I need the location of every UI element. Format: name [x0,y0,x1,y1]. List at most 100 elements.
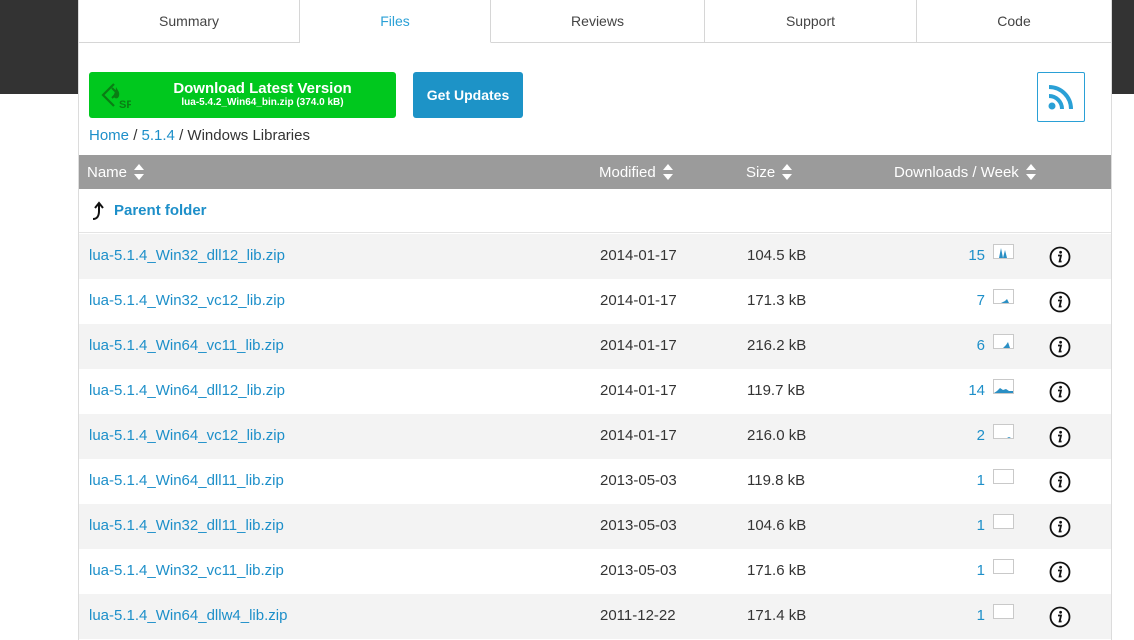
weekly-downloads-count[interactable]: 7 [977,292,985,309]
file-info-icon[interactable] [1049,291,1071,313]
breadcrumb-separator: / [179,127,184,144]
breadcrumb-home[interactable]: Home [89,127,129,144]
file-modified-date: 2014-01-17 [600,427,677,444]
file-name-link[interactable]: lua-5.1.4_Win32_dll12_lib.zip [89,247,285,264]
file-name-link[interactable]: lua-5.1.4_Win64_vc11_lib.zip [89,337,284,354]
tab-summary[interactable]: Summary [79,0,300,43]
download-title: Download Latest Version [173,80,352,97]
file-name-link[interactable]: lua-5.1.4_Win64_dll11_lib.zip [89,472,284,489]
weekly-downloads-count[interactable]: 15 [968,247,985,264]
column-name-header[interactable]: Name [87,155,145,189]
file-list: lua-5.1.4_Win32_dll12_lib.zip 2014-01-17 1… [79,234,1111,639]
downloads-sparkline-icon[interactable] [993,289,1014,304]
column-size-label: Size [746,163,776,181]
file-row: lua-5.1.4_Win64_dllw4_lib.zip 2011-12-22 1… [79,594,1111,639]
weekly-downloads-count[interactable]: 6 [977,337,985,354]
file-row: lua-5.1.4_Win32_dll11_lib.zip 2013-05-03 1… [79,504,1111,549]
file-size: 104.5 kB [747,247,807,264]
sort-icon [782,164,793,180]
weekly-downloads-count[interactable]: 1 [977,472,985,489]
get-updates-button[interactable]: Get Updates [413,72,523,118]
tab-files[interactable]: Files [300,0,491,43]
file-row: lua-5.1.4_Win32_vc12_lib.zip 2014-01-17 17… [79,279,1111,324]
file-row: lua-5.1.4_Win32_vc11_lib.zip 2013-05-03 17… [79,549,1111,594]
column-downloads-label: Downloads / Week [894,163,1019,181]
downloads-sparkline-icon[interactable] [993,379,1014,394]
column-modified-label: Modified [599,163,656,181]
downloads-sparkline-icon[interactable] [993,469,1014,484]
sort-icon [1025,164,1036,180]
up-arrow-icon [92,201,104,220]
sourceforge-logo-icon: SF [101,83,131,110]
sort-icon [134,164,145,180]
parent-folder-row[interactable]: Parent folder [79,189,1111,233]
file-info-icon[interactable] [1049,471,1071,493]
file-size: 119.8 kB [747,472,806,489]
column-name-label: Name [87,163,128,181]
file-size: 171.4 kB [747,607,807,624]
file-modified-date: 2014-01-17 [600,337,677,354]
file-modified-date: 2014-01-17 [600,382,677,399]
column-size-header[interactable]: Size [746,155,793,189]
file-size: 216.0 kB [747,427,807,444]
breadcrumb-separator: / [133,127,138,144]
downloads-sparkline-icon[interactable] [993,559,1014,574]
rss-feed-button[interactable] [1037,72,1085,122]
weekly-downloads-count[interactable]: 1 [977,517,985,534]
parent-folder-link[interactable]: Parent folder [114,202,207,219]
rss-feed-icon [1048,85,1073,110]
file-row: lua-5.1.4_Win64_vc11_lib.zip 2014-01-17 21… [79,324,1111,369]
breadcrumb-current: Windows Libraries [187,127,310,144]
file-row: lua-5.1.4_Win64_vc12_lib.zip 2014-01-17 21… [79,414,1111,459]
downloads-sparkline-icon[interactable] [993,244,1014,259]
file-info-icon[interactable] [1049,561,1071,583]
column-downloads-header[interactable]: Downloads / Week [894,155,1036,189]
file-name-link[interactable]: lua-5.1.4_Win32_vc11_lib.zip [89,562,284,579]
file-name-link[interactable]: lua-5.1.4_Win32_vc12_lib.zip [89,292,285,309]
file-modified-date: 2013-05-03 [600,472,677,489]
file-modified-date: 2011-12-22 [600,607,676,624]
file-row: lua-5.1.4_Win64_dll12_lib.zip 2014-01-17 1… [79,369,1111,414]
file-size: 104.6 kB [747,517,807,534]
project-tabs: Summary Files Reviews Support Code [79,0,1111,44]
file-row: lua-5.1.4_Win32_dll12_lib.zip 2014-01-17 1… [79,234,1111,279]
weekly-downloads-count[interactable]: 14 [968,382,985,399]
download-latest-button[interactable]: SF Download Latest Version lua-5.4.2_Win… [89,72,396,118]
file-info-icon[interactable] [1049,606,1071,628]
weekly-downloads-count[interactable]: 1 [977,607,985,624]
file-modified-date: 2013-05-03 [600,562,677,579]
downloads-sparkline-icon[interactable] [993,604,1014,619]
column-modified-header[interactable]: Modified [599,155,673,189]
downloads-sparkline-icon[interactable] [993,424,1014,439]
tab-support[interactable]: Support [705,0,917,43]
file-row: lua-5.1.4_Win64_dll11_lib.zip 2013-05-03 1… [79,459,1111,504]
file-name-link[interactable]: lua-5.1.4_Win64_dllw4_lib.zip [89,607,287,624]
file-size: 171.6 kB [747,562,807,579]
sort-icon [662,164,673,180]
file-name-link[interactable]: lua-5.1.4_Win64_vc12_lib.zip [89,427,285,444]
downloads-sparkline-icon[interactable] [993,334,1014,349]
breadcrumb-version[interactable]: 5.1.4 [142,127,175,144]
file-name-link[interactable]: lua-5.1.4_Win32_dll11_lib.zip [89,517,284,534]
breadcrumb: Home / 5.1.4 / Windows Libraries [89,127,310,144]
file-size: 119.7 kB [747,382,806,399]
file-modified-date: 2013-05-03 [600,517,677,534]
downloads-sparkline-icon[interactable] [993,514,1014,529]
file-info-icon[interactable] [1049,381,1071,403]
file-size: 171.3 kB [747,292,807,309]
file-name-link[interactable]: lua-5.1.4_Win64_dll12_lib.zip [89,382,285,399]
tab-reviews[interactable]: Reviews [491,0,705,43]
weekly-downloads-count[interactable]: 2 [977,427,985,444]
download-file-info: lua-5.4.2_Win64_bin.zip (374.0 kB) [181,97,344,108]
file-table-header: Name Modified Size Downloads / Week [79,155,1111,189]
file-modified-date: 2014-01-17 [600,292,677,309]
file-info-icon[interactable] [1049,336,1071,358]
tab-code[interactable]: Code [917,0,1111,43]
file-size: 216.2 kB [747,337,807,354]
file-info-icon[interactable] [1049,246,1071,268]
file-info-icon[interactable] [1049,516,1071,538]
files-panel: Summary Files Reviews Support Code SF Do… [78,0,1112,640]
weekly-downloads-count[interactable]: 1 [977,562,985,579]
file-modified-date: 2014-01-17 [600,247,677,264]
file-info-icon[interactable] [1049,426,1071,448]
